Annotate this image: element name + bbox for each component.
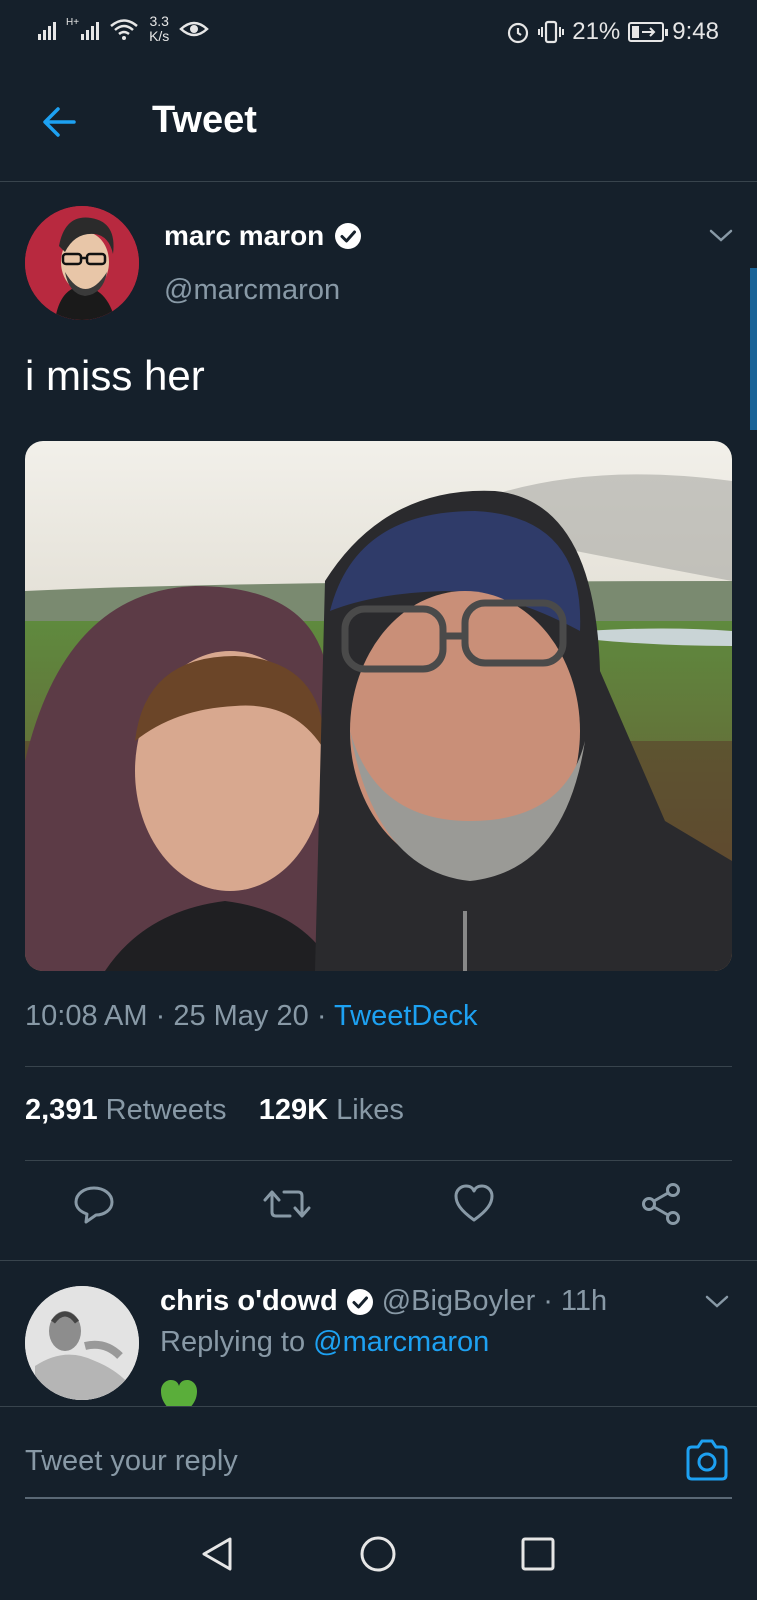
- alarm-icon: [508, 22, 529, 44]
- network-speed: 3.3 K/s: [149, 14, 169, 44]
- verified-badge-icon: [335, 223, 362, 249]
- arrow-left-icon: [43, 107, 76, 137]
- share-button[interactable]: [640, 1182, 684, 1226]
- speed-value: 3.3: [149, 13, 169, 29]
- retweets-label: Retweets: [105, 1094, 227, 1126]
- verified-badge-icon: [346, 1288, 373, 1315]
- reply-author-handle[interactable]: @BigBoyler: [382, 1285, 536, 1318]
- status-bar: H+ 3.3 K/s 21% 9:48: [0, 0, 757, 64]
- reply-avatar-image: [25, 1286, 139, 1400]
- avatar-illustration: [25, 206, 139, 320]
- reply-composer: Tweet your reply: [0, 1406, 757, 1508]
- reply-icon: [74, 1186, 114, 1224]
- wifi-icon: [110, 19, 138, 40]
- share-icon: [642, 1183, 680, 1225]
- likes-count: 129K: [258, 1094, 329, 1126]
- recents-square-icon: [521, 1537, 555, 1571]
- battery-percent: 21%: [572, 18, 621, 45]
- tweet-source-link[interactable]: TweetDeck: [334, 1000, 477, 1032]
- reply-separator: ·: [543, 1285, 553, 1317]
- meta-separator-1: ·: [155, 1000, 166, 1032]
- retweet-icon: [263, 1190, 311, 1218]
- photo-image: [25, 441, 732, 971]
- likes-label: Likes: [336, 1094, 404, 1126]
- tweet-meta: 10:08 AM · 25 May 20 · TweetDeck: [25, 1000, 477, 1033]
- reply-author-name[interactable]: chris o'dowd: [160, 1285, 338, 1318]
- input-underline: [25, 1497, 732, 1499]
- reply-header: chris o'dowd @BigBoyler · 11h: [160, 1285, 607, 1318]
- reply-time: 11h: [560, 1285, 608, 1317]
- replying-to: Replying to @marcmaron: [160, 1326, 489, 1359]
- chevron-down-icon[interactable]: [708, 226, 734, 246]
- scrollbar[interactable]: [750, 268, 757, 430]
- divider: [25, 1066, 732, 1067]
- signal-1-icon: [38, 18, 56, 40]
- back-button[interactable]: [38, 100, 82, 144]
- nav-home-button[interactable]: [358, 1534, 398, 1574]
- status-right: 21% 9:48: [506, 18, 719, 46]
- tweet-actions: [0, 1182, 757, 1242]
- app-header: Tweet: [0, 64, 757, 182]
- status-left: H+ 3.3 K/s: [38, 14, 210, 44]
- nav-recents-button[interactable]: [518, 1534, 558, 1574]
- camera-icon: [686, 1439, 728, 1481]
- retweets-count: 2,391: [25, 1094, 98, 1126]
- home-circle-icon: [360, 1536, 396, 1572]
- retweet-button[interactable]: [262, 1182, 311, 1226]
- divider: [25, 1160, 732, 1161]
- green-heart-icon: [160, 1376, 198, 1410]
- author-name-row[interactable]: marc maron: [164, 220, 362, 252]
- battery-icon: [628, 22, 669, 42]
- vibrate-icon: [538, 20, 565, 44]
- avatar[interactable]: [25, 206, 139, 320]
- page-title: Tweet: [152, 99, 257, 141]
- retweets-stat[interactable]: 2,391 Retweets: [25, 1094, 227, 1126]
- chevron-down-icon[interactable]: [704, 1292, 730, 1312]
- author-handle[interactable]: @marcmaron: [164, 274, 340, 307]
- likes-stat[interactable]: 129K Likes: [259, 1094, 404, 1126]
- like-button[interactable]: [452, 1182, 496, 1226]
- nav-back-button[interactable]: [198, 1534, 238, 1574]
- camera-button[interactable]: [684, 1437, 730, 1483]
- network-type: H+: [66, 17, 80, 28]
- replying-prefix: Replying to: [160, 1326, 306, 1358]
- speed-unit: K/s: [149, 28, 170, 44]
- reply-avatar[interactable]: [25, 1286, 139, 1400]
- like-icon: [454, 1184, 494, 1222]
- system-nav-bar: [0, 1508, 757, 1600]
- tweet-time: 10:08 AM: [25, 1000, 148, 1032]
- tweet-photo[interactable]: [25, 441, 732, 971]
- back-triangle-icon: [202, 1537, 232, 1571]
- signal-2-icon: H+: [66, 17, 100, 40]
- tweet-date: 25 May 20: [173, 1000, 309, 1032]
- replying-mention-link[interactable]: @marcmaron: [313, 1326, 489, 1358]
- divider: [0, 1260, 757, 1261]
- reply-input[interactable]: Tweet your reply: [25, 1445, 238, 1478]
- meta-separator-2: ·: [316, 1000, 327, 1032]
- tweet-text: i miss her: [25, 352, 205, 399]
- reply-button[interactable]: [72, 1182, 116, 1226]
- author-name: marc maron: [164, 220, 325, 251]
- eye-icon: [179, 21, 210, 37]
- tweet-stats: 2,391 Retweets 129K Likes: [25, 1094, 404, 1127]
- clock: 9:48: [672, 18, 719, 45]
